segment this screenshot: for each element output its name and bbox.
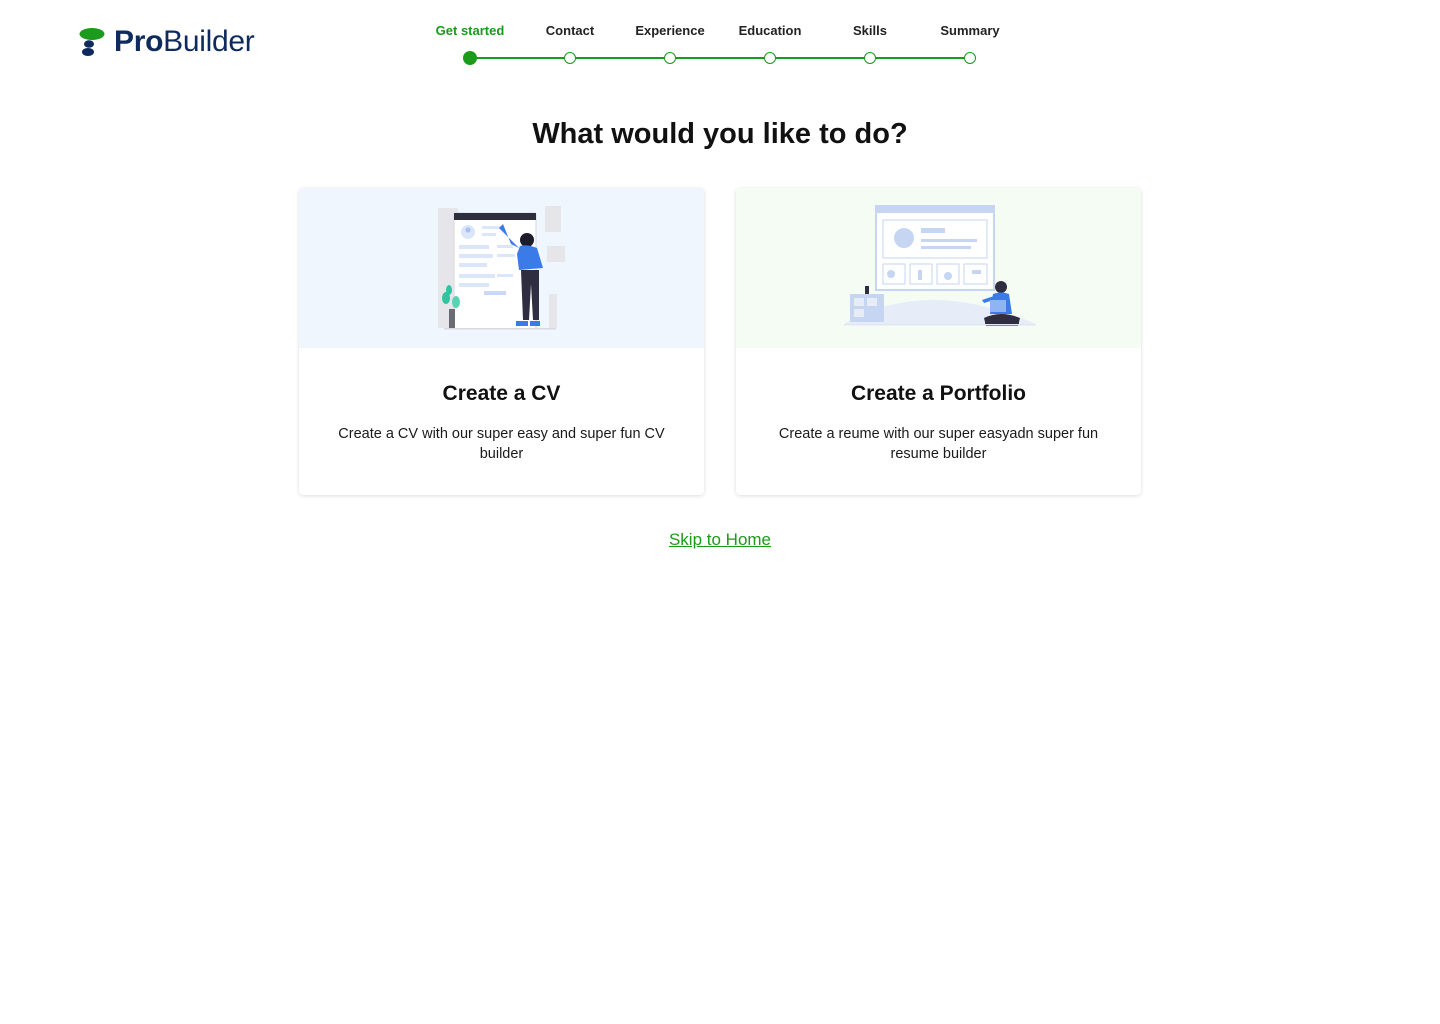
step-label[interactable]: Contact (515, 22, 625, 40)
card-title: Create a CV (442, 382, 561, 405)
page-title: What would you like to do? (532, 118, 908, 150)
step-experience[interactable]: Experience (615, 22, 725, 64)
step-dot (764, 52, 776, 64)
card-title: Create a Portfolio (850, 382, 1027, 405)
step-label[interactable]: Get started (415, 22, 525, 40)
probuilder-logo-icon (79, 28, 105, 56)
skip-container: Skip to Home (0, 530, 1440, 550)
person-with-laptop-portfolio-illustration (844, 205, 1036, 326)
step-skills[interactable]: Skills (815, 22, 925, 64)
brand-name-bold: Pro (114, 25, 164, 58)
step-label[interactable]: Experience (615, 22, 725, 40)
step-label[interactable]: Summary (915, 22, 1025, 40)
step-dot-active (463, 51, 477, 65)
step-label[interactable]: Education (715, 22, 825, 40)
brand-name-regular: Builder (163, 25, 255, 58)
brand-logo[interactable]: ProBuilder (78, 25, 255, 58)
step-dot (864, 52, 876, 64)
step-dot (564, 52, 576, 64)
step-dot (664, 52, 676, 64)
card-description: Create a reume with our super easyadn su… (778, 426, 1099, 462)
create-cv-card[interactable]: Create a CV Create a CV with our super e… (299, 188, 704, 495)
cv-illustration (299, 188, 704, 348)
step-get-started[interactable]: Get started (415, 22, 525, 65)
step-label[interactable]: Skills (815, 22, 925, 40)
step-dot (964, 52, 976, 64)
step-summary[interactable]: Summary (915, 22, 1025, 64)
person-at-cv-board-illustration (438, 206, 565, 330)
skip-to-home-link[interactable]: Skip to Home (669, 530, 771, 549)
brand-name: ProBuilder (114, 25, 255, 58)
progress-stepper: Get started Contact Experience Education… (420, 22, 1020, 72)
step-contact[interactable]: Contact (515, 22, 625, 64)
step-education[interactable]: Education (715, 22, 825, 64)
create-portfolio-card[interactable]: Create a Portfolio Create a reume with o… (736, 188, 1141, 495)
page: ProBuilder Get started Contact Experienc… (0, 0, 1440, 1024)
card-description: Create a CV with our super easy and supe… (338, 426, 665, 462)
portfolio-illustration (736, 188, 1141, 348)
